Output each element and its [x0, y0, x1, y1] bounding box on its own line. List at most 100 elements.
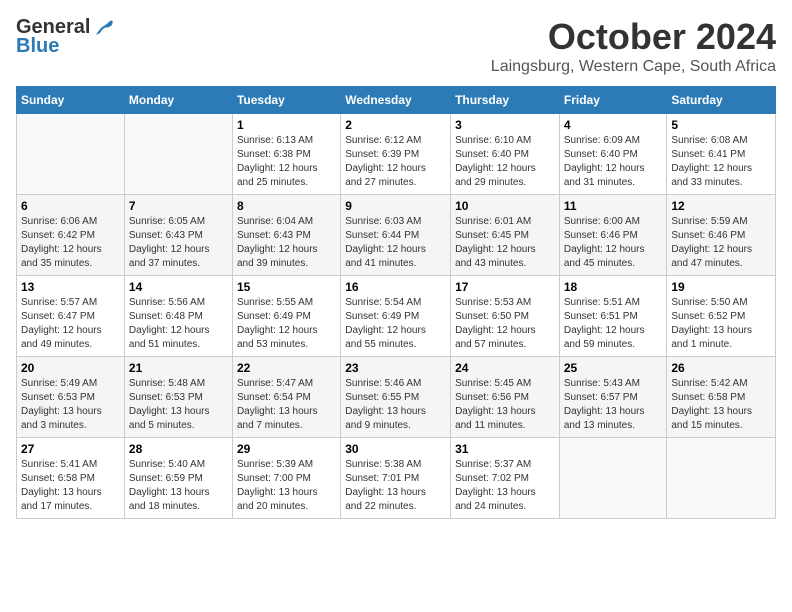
calendar-cell: 30Sunrise: 5:38 AM Sunset: 7:01 PM Dayli… — [341, 438, 451, 519]
day-info: Sunrise: 6:12 AM Sunset: 6:39 PM Dayligh… — [345, 134, 446, 190]
calendar-cell: 10Sunrise: 6:01 AM Sunset: 6:45 PM Dayli… — [451, 195, 560, 276]
day-number: 5 — [671, 118, 771, 132]
calendar-cell: 11Sunrise: 6:00 AM Sunset: 6:46 PM Dayli… — [559, 195, 667, 276]
calendar-cell: 19Sunrise: 5:50 AM Sunset: 6:52 PM Dayli… — [667, 276, 776, 357]
day-number: 18 — [564, 280, 663, 294]
calendar-cell — [124, 114, 232, 195]
day-number: 13 — [21, 280, 120, 294]
calendar-cell — [559, 438, 667, 519]
col-header-thursday: Thursday — [451, 87, 560, 114]
calendar-cell: 3 Sunrise: 6:10 AM Sunset: 6:40 PM Daylig… — [451, 114, 560, 195]
day-number: 17 — [455, 280, 555, 294]
calendar-cell: 4 Sunrise: 6:09 AM Sunset: 6:40 PM Daylig… — [559, 114, 667, 195]
day-number: 1 — [237, 118, 336, 132]
calendar-cell: 8 Sunrise: 6:04 AM Sunset: 6:43 PM Daylig… — [232, 195, 340, 276]
day-info: Sunrise: 5:39 AM Sunset: 7:00 PM Dayligh… — [237, 458, 336, 514]
calendar-cell: 21Sunrise: 5:48 AM Sunset: 6:53 PM Dayli… — [124, 357, 232, 438]
calendar-cell: 1 Sunrise: 6:13 AM Sunset: 6:38 PM Daylig… — [232, 114, 340, 195]
day-info: Sunrise: 5:59 AM Sunset: 6:46 PM Dayligh… — [671, 215, 771, 271]
col-header-friday: Friday — [559, 87, 667, 114]
calendar-cell: 23 Sunrise: 5:46 AM Sunset: 6:55 PM Dayli… — [341, 357, 451, 438]
day-number: 6 — [21, 199, 120, 213]
week-row-4: 20Sunrise: 5:49 AM Sunset: 6:53 PM Dayli… — [17, 357, 776, 438]
day-number: 27 — [21, 442, 120, 456]
day-number: 10 — [455, 199, 555, 213]
logo-bird-icon — [92, 19, 114, 37]
calendar-cell: 22Sunrise: 5:47 AM Sunset: 6:54 PM Dayli… — [232, 357, 340, 438]
day-info: Sunrise: 5:43 AM Sunset: 6:57 PM Dayligh… — [564, 377, 663, 433]
calendar-cell — [17, 114, 125, 195]
day-number: 20 — [21, 361, 120, 375]
calendar-cell: 2 Sunrise: 6:12 AM Sunset: 6:39 PM Daylig… — [341, 114, 451, 195]
day-info: Sunrise: 6:10 AM Sunset: 6:40 PM Dayligh… — [455, 134, 555, 190]
day-number: 9 — [345, 199, 446, 213]
day-info: Sunrise: 5:40 AM Sunset: 6:59 PM Dayligh… — [129, 458, 228, 514]
logo: General Blue — [16, 16, 114, 58]
calendar-cell: 28 Sunrise: 5:40 AM Sunset: 6:59 PM Dayli… — [124, 438, 232, 519]
month-title: October 2024 — [491, 16, 776, 58]
day-info: Sunrise: 6:09 AM Sunset: 6:40 PM Dayligh… — [564, 134, 663, 190]
day-info: Sunrise: 5:37 AM Sunset: 7:02 PM Dayligh… — [455, 458, 555, 514]
day-info: Sunrise: 5:45 AM Sunset: 6:56 PM Dayligh… — [455, 377, 555, 433]
day-number: 3 — [455, 118, 555, 132]
col-header-sunday: Sunday — [17, 87, 125, 114]
day-info: Sunrise: 5:41 AM Sunset: 6:58 PM Dayligh… — [21, 458, 120, 514]
col-header-wednesday: Wednesday — [341, 87, 451, 114]
day-number: 28 — [129, 442, 228, 456]
day-info: Sunrise: 6:13 AM Sunset: 6:38 PM Dayligh… — [237, 134, 336, 190]
week-row-3: 13 Sunrise: 5:57 AM Sunset: 6:47 PM Dayli… — [17, 276, 776, 357]
day-number: 25 — [564, 361, 663, 375]
day-info: Sunrise: 5:38 AM Sunset: 7:01 PM Dayligh… — [345, 458, 446, 514]
day-info: Sunrise: 5:55 AM Sunset: 6:49 PM Dayligh… — [237, 296, 336, 352]
col-header-tuesday: Tuesday — [232, 87, 340, 114]
logo-blue: Blue — [16, 35, 59, 58]
day-info: Sunrise: 6:04 AM Sunset: 6:43 PM Dayligh… — [237, 215, 336, 271]
calendar-cell: 18Sunrise: 5:51 AM Sunset: 6:51 PM Dayli… — [559, 276, 667, 357]
day-info: Sunrise: 6:06 AM Sunset: 6:42 PM Dayligh… — [21, 215, 120, 271]
day-number: 12 — [671, 199, 771, 213]
day-info: Sunrise: 5:42 AM Sunset: 6:58 PM Dayligh… — [671, 377, 771, 433]
calendar-cell: 13 Sunrise: 5:57 AM Sunset: 6:47 PM Dayli… — [17, 276, 125, 357]
day-info: Sunrise: 6:05 AM Sunset: 6:43 PM Dayligh… — [129, 215, 228, 271]
calendar-cell: 15Sunrise: 5:55 AM Sunset: 6:49 PM Dayli… — [232, 276, 340, 357]
day-info: Sunrise: 5:53 AM Sunset: 6:50 PM Dayligh… — [455, 296, 555, 352]
calendar-cell: 6 Sunrise: 6:06 AM Sunset: 6:42 PM Daylig… — [17, 195, 125, 276]
day-info: Sunrise: 6:03 AM Sunset: 6:44 PM Dayligh… — [345, 215, 446, 271]
calendar-cell: 5Sunrise: 6:08 AM Sunset: 6:41 PM Daylig… — [667, 114, 776, 195]
day-number: 4 — [564, 118, 663, 132]
calendar-cell: 14Sunrise: 5:56 AM Sunset: 6:48 PM Dayli… — [124, 276, 232, 357]
week-row-2: 6 Sunrise: 6:06 AM Sunset: 6:42 PM Daylig… — [17, 195, 776, 276]
day-number: 2 — [345, 118, 446, 132]
day-number: 8 — [237, 199, 336, 213]
calendar-cell: 31Sunrise: 5:37 AM Sunset: 7:02 PM Dayli… — [451, 438, 560, 519]
title-section: October 2024 Laingsburg, Western Cape, S… — [491, 16, 776, 76]
calendar-cell: 26 Sunrise: 5:42 AM Sunset: 6:58 PM Dayli… — [667, 357, 776, 438]
calendar-cell: 9 Sunrise: 6:03 AM Sunset: 6:44 PM Daylig… — [341, 195, 451, 276]
day-number: 11 — [564, 199, 663, 213]
calendar-cell: 29Sunrise: 5:39 AM Sunset: 7:00 PM Dayli… — [232, 438, 340, 519]
calendar-cell: 7 Sunrise: 6:05 AM Sunset: 6:43 PM Daylig… — [124, 195, 232, 276]
calendar-cell: 24Sunrise: 5:45 AM Sunset: 6:56 PM Dayli… — [451, 357, 560, 438]
col-header-monday: Monday — [124, 87, 232, 114]
day-number: 7 — [129, 199, 228, 213]
col-header-saturday: Saturday — [667, 87, 776, 114]
calendar-cell: 20Sunrise: 5:49 AM Sunset: 6:53 PM Dayli… — [17, 357, 125, 438]
calendar-cell — [667, 438, 776, 519]
calendar-cell: 17 Sunrise: 5:53 AM Sunset: 6:50 PM Dayli… — [451, 276, 560, 357]
header-row: SundayMondayTuesdayWednesdayThursdayFrid… — [17, 87, 776, 114]
day-number: 26 — [671, 361, 771, 375]
week-row-1: 1 Sunrise: 6:13 AM Sunset: 6:38 PM Daylig… — [17, 114, 776, 195]
day-info: Sunrise: 5:46 AM Sunset: 6:55 PM Dayligh… — [345, 377, 446, 433]
calendar-cell: 25 Sunrise: 5:43 AM Sunset: 6:57 PM Dayli… — [559, 357, 667, 438]
calendar-table: SundayMondayTuesdayWednesdayThursdayFrid… — [16, 86, 776, 519]
calendar-cell: 16 Sunrise: 5:54 AM Sunset: 6:49 PM Dayli… — [341, 276, 451, 357]
day-info: Sunrise: 5:57 AM Sunset: 6:47 PM Dayligh… — [21, 296, 120, 352]
day-number: 16 — [345, 280, 446, 294]
day-number: 21 — [129, 361, 228, 375]
subtitle: Laingsburg, Western Cape, South Africa — [491, 58, 776, 76]
day-info: Sunrise: 5:54 AM Sunset: 6:49 PM Dayligh… — [345, 296, 446, 352]
week-row-5: 27 Sunrise: 5:41 AM Sunset: 6:58 PM Dayli… — [17, 438, 776, 519]
day-info: Sunrise: 5:56 AM Sunset: 6:48 PM Dayligh… — [129, 296, 228, 352]
day-info: Sunrise: 5:47 AM Sunset: 6:54 PM Dayligh… — [237, 377, 336, 433]
day-number: 23 — [345, 361, 446, 375]
